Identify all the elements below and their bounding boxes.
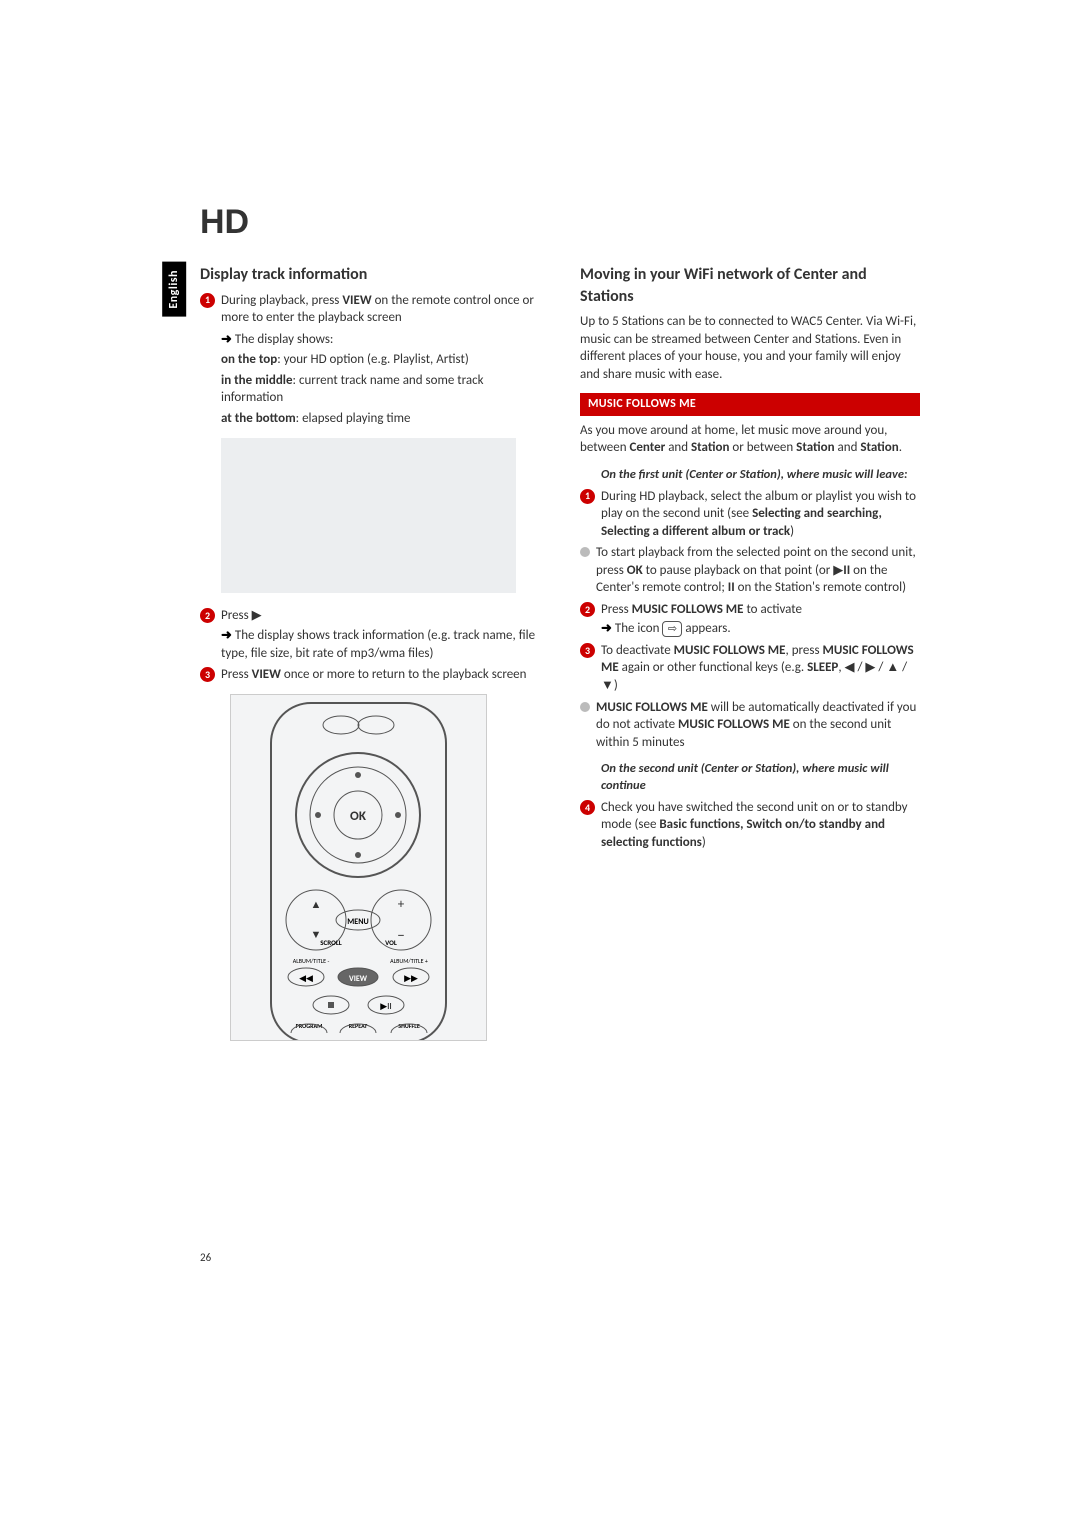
svg-text:ALBUM/TITLE -: ALBUM/TITLE - xyxy=(293,957,330,965)
bullet-icon xyxy=(580,702,590,712)
svg-text:SCROLL: SCROLL xyxy=(320,938,342,947)
svg-text:▶▶: ▶▶ xyxy=(404,973,418,984)
wifi-intro: Up to 5 Stations can be to connected to … xyxy=(580,313,920,383)
step-badge-3: 3 xyxy=(580,643,595,658)
right-bullet-2: MUSIC FOLLOWS ME will be automatically d… xyxy=(580,699,920,752)
italic-heading-first-unit: On the first unit (Center or Station), w… xyxy=(601,467,920,484)
step-2: 2 Press ▶ ➜ The display shows track info… xyxy=(200,607,540,662)
music-follows-intro: As you move around at home, let music mo… xyxy=(580,422,920,457)
step2-text-a: Press xyxy=(221,608,252,623)
step1-arrow-line: The display shows: xyxy=(235,332,334,347)
remote-ok-label: OK xyxy=(350,809,367,824)
step3-text-b: once or more to return to the playback s… xyxy=(281,667,527,682)
svg-text:SHUFFLE: SHUFFLE xyxy=(398,1022,420,1030)
svg-text:ALBUM/TITLE +: ALBUM/TITLE + xyxy=(390,957,428,965)
follow-icon: ⇨ xyxy=(662,621,682,637)
step1-top-text: : your HD option (e.g. Playlist, Artist) xyxy=(277,352,469,367)
page-header: HD xyxy=(200,200,249,246)
section-title-wifi: Moving in your WiFi network of Center an… xyxy=(580,264,920,307)
heading-bar-music-follows: MUSIC FOLLOWS ME xyxy=(580,393,920,415)
svg-text:MENU: MENU xyxy=(347,917,368,927)
svg-text:VOL: VOL xyxy=(385,938,397,947)
svg-text:PROGRAM: PROGRAM xyxy=(296,1022,323,1030)
step-3: 3 Press VIEW once or more to return to t… xyxy=(200,666,540,684)
step3-bold-view: VIEW xyxy=(252,667,281,682)
arrow-icon: ➜ xyxy=(221,332,232,347)
remote-control-illustration: OK ▲ ▼ + − MENU SCROLL VOL ALBUM xyxy=(230,694,487,1041)
page: HD Display track information 1 During pl… xyxy=(0,0,1080,1041)
step1-bot-label: at the bottom xyxy=(221,411,296,426)
step1-top-label: on the top xyxy=(221,352,277,367)
svg-text:▲: ▲ xyxy=(311,898,322,911)
step1-bold-view: VIEW xyxy=(342,293,371,308)
right-column: Moving in your WiFi network of Center an… xyxy=(580,260,920,1041)
remote-svg: OK ▲ ▼ + − MENU SCROLL VOL ALBUM xyxy=(231,695,486,1040)
step3-text-a: Press xyxy=(221,667,252,682)
step-badge-1: 1 xyxy=(580,489,595,504)
arrow-icon: ➜ xyxy=(221,628,232,643)
svg-text:VIEW: VIEW xyxy=(349,974,368,984)
right-step-3: 3 To deactivate MUSIC FOLLOWS ME, press … xyxy=(580,642,920,695)
step-badge-2: 2 xyxy=(580,602,595,617)
play-icon: ▶ xyxy=(252,608,262,623)
right-step-2: 2 Press MUSIC FOLLOWS ME to activate ➜ T… xyxy=(580,601,920,638)
svg-text:◀◀: ◀◀ xyxy=(299,973,313,984)
left-column: Display track information 1 During playb… xyxy=(200,260,540,1041)
step1-text-a: During playback, press xyxy=(221,293,342,308)
step1-mid-label: in the middle xyxy=(221,373,293,388)
step-badge-3: 3 xyxy=(200,667,215,682)
bullet-icon xyxy=(580,547,590,557)
section-title-display-track: Display track information xyxy=(200,264,540,286)
step1-bot-text: : elapsed playing time xyxy=(296,411,411,426)
device-screenshot-placeholder xyxy=(221,438,516,593)
italic-heading-second-unit: On the second unit (Center or Station), … xyxy=(601,761,920,795)
right-bullet-1: To start playback from the selected poin… xyxy=(580,544,920,597)
step-badge-1: 1 xyxy=(200,293,215,308)
svg-text:+: + xyxy=(398,897,405,912)
step-badge-4: 4 xyxy=(580,800,595,815)
right-step-4: 4 Check you have switched the second uni… xyxy=(580,799,920,852)
svg-text:▶II: ▶II xyxy=(380,1001,391,1012)
step-1: 1 During playback, press VIEW on the rem… xyxy=(200,292,540,431)
right-step-1: 1 During HD playback, select the album o… xyxy=(580,488,920,541)
page-number: 26 xyxy=(200,1251,211,1266)
step-badge-2: 2 xyxy=(200,608,215,623)
step2-arrow-line: The display shows track information (e.g… xyxy=(221,628,535,661)
arrow-icon: ➜ xyxy=(601,621,612,636)
svg-text:REPEAT: REPEAT xyxy=(349,1022,368,1030)
svg-text:−: − xyxy=(397,927,404,945)
